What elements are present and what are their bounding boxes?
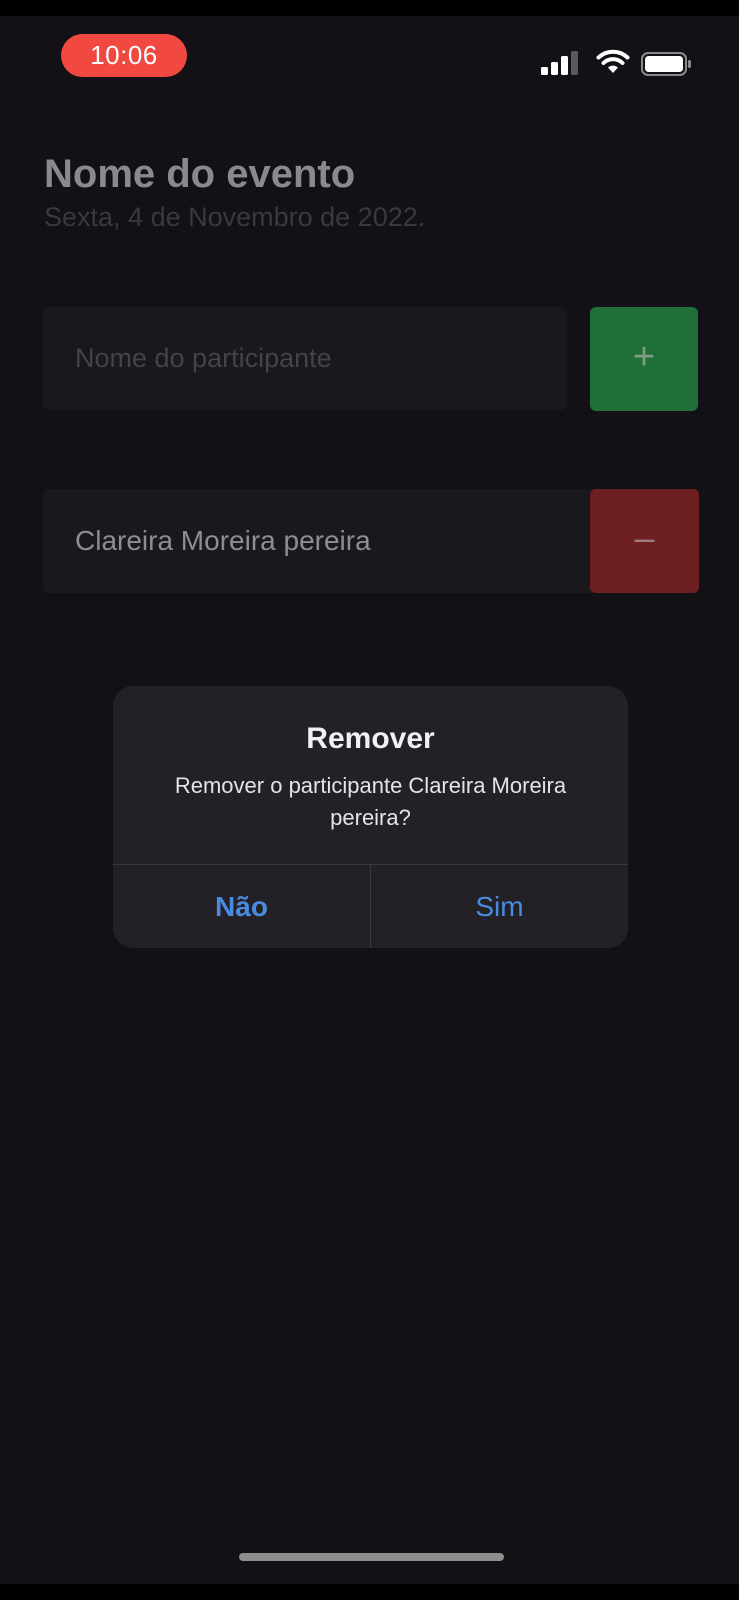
remove-confirmation-alert: Remover Remover o participante Clareira … <box>113 686 628 948</box>
wifi-icon <box>596 49 630 73</box>
remove-participant-button[interactable]: – <box>590 489 699 593</box>
alert-no-button[interactable]: Não <box>113 865 370 948</box>
status-time: 10:06 <box>61 34 187 77</box>
status-bar: 10:06 <box>0 16 739 96</box>
home-indicator[interactable] <box>239 1553 504 1561</box>
add-participant-button[interactable]: + <box>590 307 698 411</box>
alert-yes-button[interactable]: Sim <box>371 865 628 948</box>
alert-title: Remover <box>306 722 435 755</box>
participant-name-input[interactable]: Nome do participante <box>43 307 567 410</box>
event-date: Sexta, 4 de Novembro de 2022. <box>44 202 426 232</box>
signal-icon <box>541 51 578 75</box>
participant-list-item: Clareira Moreira pereira – <box>43 489 699 593</box>
alert-actions: Não Sim <box>113 864 628 948</box>
battery-icon <box>641 52 691 76</box>
event-title: Nome do evento <box>44 152 356 196</box>
app-screen: 10:06 Nome do evento Sexta, 4 de Novembr… <box>0 16 739 1584</box>
alert-message: Remover o participante Clareira Moreira … <box>174 773 567 830</box>
participant-name: Clareira Moreira pereira <box>75 525 371 556</box>
